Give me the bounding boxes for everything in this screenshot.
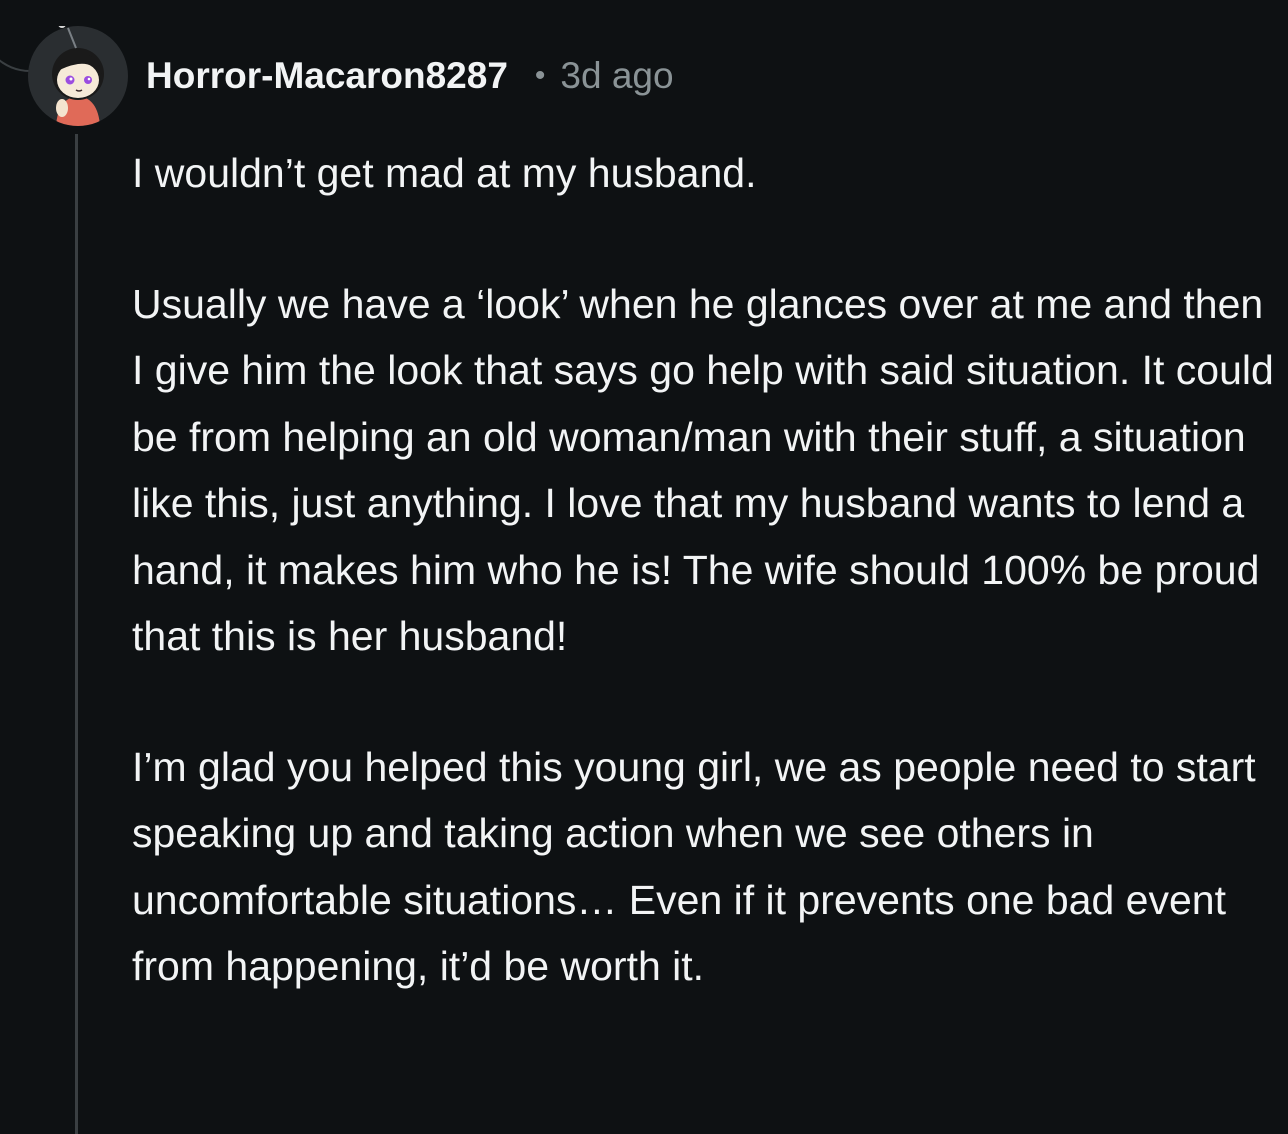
username-link[interactable]: Horror-Macaron8287 [146,55,508,97]
comment-paragraph: I wouldn’t get mad at my husband. [132,150,757,196]
comment-paragraph: Usually we have a ‘look’ when he glances… [132,280,1274,660]
snoo-avatar-icon [28,26,128,126]
separator-dot: • [534,59,546,92]
comment-body: I wouldn’t get mad at my husband. Usuall… [132,140,1282,1000]
thread-line[interactable] [75,134,78,1134]
comment-header: Horror-Macaron8287 • 3d ago [146,50,674,102]
avatar[interactable] [28,26,128,126]
comment-paragraph: I’m glad you helped this young girl, we … [132,743,1256,990]
timestamp[interactable]: 3d ago [560,55,673,97]
